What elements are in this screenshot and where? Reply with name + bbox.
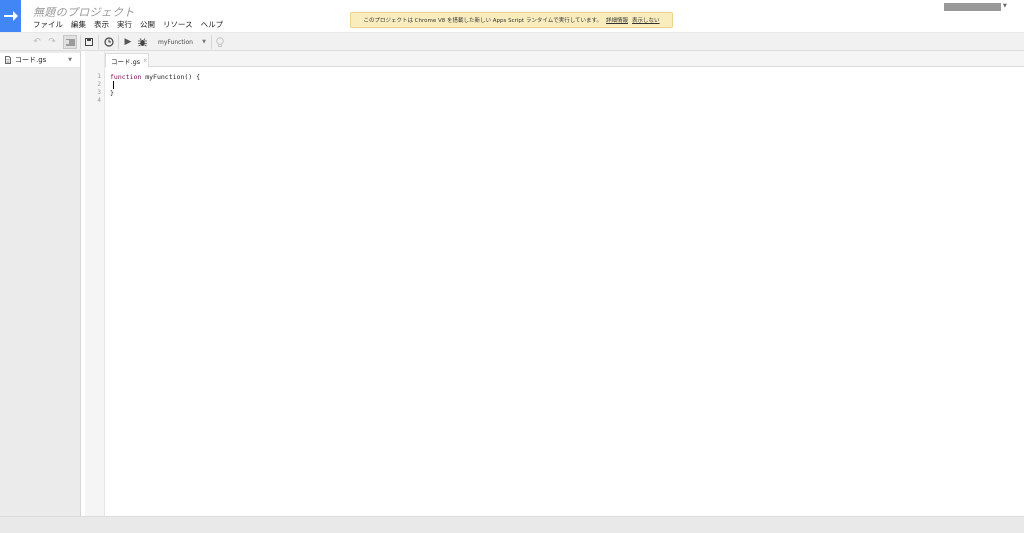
line-number: 1 (97, 73, 101, 80)
menu-help[interactable]: ヘルプ (201, 19, 224, 30)
line-number: 4 (97, 97, 101, 104)
debug-bug-icon[interactable] (135, 35, 149, 49)
project-title[interactable]: 無題のプロジェクト (33, 4, 135, 20)
function-select-value: myFunction (158, 38, 193, 46)
tab-label: コード.gs (111, 57, 141, 66)
menu-bar: ファイル 編集 表示 実行 公開 リソース ヘルプ (33, 19, 223, 30)
run-icon[interactable]: ▶ (121, 35, 135, 49)
code-keyword: function (110, 73, 142, 81)
code-line-1: function myFunction() { (110, 73, 200, 81)
code-editor[interactable] (105, 67, 1024, 516)
chevron-down-icon: ▼ (202, 39, 206, 45)
redo-icon[interactable]: ↷ (45, 35, 59, 49)
menu-resources[interactable]: リソース (163, 19, 193, 30)
notice-details-link[interactable]: 詳細情報 (606, 16, 628, 24)
file-menu-chevron-down-icon[interactable]: ▼ (68, 57, 72, 63)
trigger-clock-icon[interactable] (102, 35, 116, 49)
menu-publish[interactable]: 公開 (140, 19, 155, 30)
v8-runtime-notice: このプロジェクトは Chrome V8 を搭載した新しい Apps Script… (350, 12, 673, 28)
apps-script-logo[interactable] (0, 0, 21, 32)
arrow-right-icon (3, 11, 18, 21)
menu-run[interactable]: 実行 (117, 19, 132, 30)
undo-icon[interactable]: ↶ (30, 35, 44, 49)
close-icon[interactable]: × (143, 58, 147, 64)
file-name: コード.gs (15, 56, 47, 64)
save-icon[interactable] (82, 35, 96, 49)
file-sidebar: コード.gs ▼ (0, 51, 81, 516)
code-text: myFunction() { (141, 73, 201, 81)
account-name-redacted[interactable] (944, 3, 1001, 11)
menu-file[interactable]: ファイル (33, 19, 63, 30)
line-number: 2 (97, 81, 101, 88)
notice-text: このプロジェクトは Chrome V8 を搭載した新しい Apps Script… (363, 18, 603, 24)
status-bar (0, 516, 1024, 533)
menu-edit[interactable]: 編集 (71, 19, 86, 30)
line-number-gutter (85, 51, 105, 516)
file-icon (5, 56, 11, 64)
tab-strip (85, 51, 1024, 67)
file-item-code-gs[interactable]: コード.gs ▼ (0, 53, 80, 67)
function-select[interactable]: myFunction ▼ (152, 35, 210, 49)
indent-toggle-icon[interactable] (63, 35, 77, 49)
tab-code-gs[interactable]: コード.gs × (105, 53, 149, 67)
code-line-3: } (110, 89, 114, 97)
line-number: 3 (97, 89, 101, 96)
lightbulb-icon[interactable] (213, 35, 227, 49)
toolbar: ↶ ↷ ▶ myFunction ▼ (0, 32, 1024, 51)
menu-view[interactable]: 表示 (94, 19, 109, 30)
text-cursor (113, 81, 114, 89)
account-chevron-down-icon[interactable]: ▼ (1003, 3, 1007, 9)
notice-dismiss-link[interactable]: 表示しない (632, 16, 660, 24)
